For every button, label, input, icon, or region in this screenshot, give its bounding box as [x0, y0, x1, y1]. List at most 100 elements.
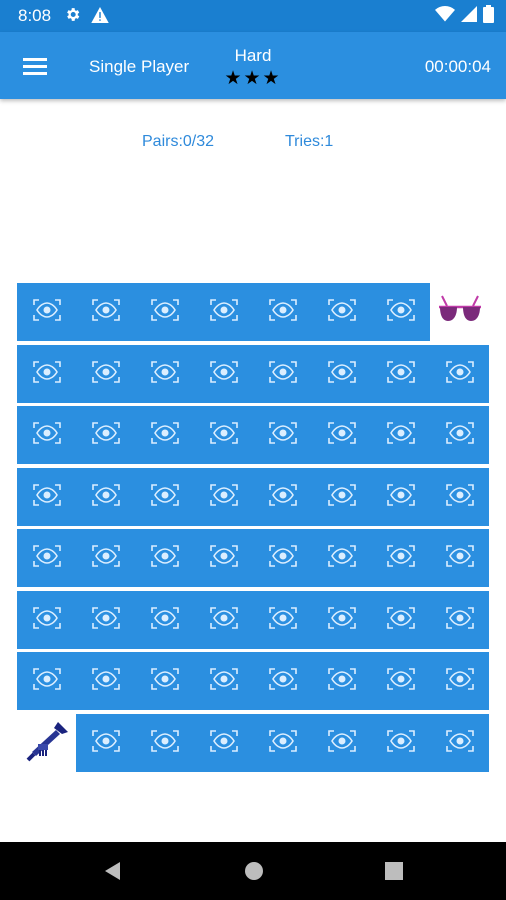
card-hidden[interactable]: [194, 591, 253, 649]
card-hidden[interactable]: [430, 529, 489, 587]
eye-icon: [268, 483, 298, 512]
card-hidden[interactable]: [76, 714, 135, 772]
card-hidden[interactable]: [371, 283, 430, 341]
card-hidden[interactable]: [135, 468, 194, 526]
eye-icon: [445, 544, 475, 573]
card-hidden[interactable]: [17, 345, 76, 403]
card-hidden[interactable]: [194, 345, 253, 403]
card-row: [17, 714, 489, 772]
eye-icon: [32, 298, 62, 327]
eye-icon: [150, 544, 180, 573]
card-hidden[interactable]: [17, 652, 76, 710]
card-hidden[interactable]: [76, 345, 135, 403]
card-hidden[interactable]: [135, 406, 194, 464]
card-hidden[interactable]: [135, 714, 194, 772]
card-hidden[interactable]: [76, 468, 135, 526]
card-hidden[interactable]: [430, 468, 489, 526]
card-hidden[interactable]: [430, 345, 489, 403]
eye-icon: [91, 729, 121, 758]
eye-icon: [91, 606, 121, 635]
card-hidden[interactable]: [194, 468, 253, 526]
card-hidden[interactable]: [430, 591, 489, 649]
eye-icon: [32, 667, 62, 696]
back-icon[interactable]: [101, 859, 125, 883]
eye-icon: [32, 360, 62, 389]
card-hidden[interactable]: [312, 652, 371, 710]
card-hidden[interactable]: [76, 406, 135, 464]
card-hidden[interactable]: [76, 591, 135, 649]
eye-icon: [268, 667, 298, 696]
card-hidden[interactable]: [253, 345, 312, 403]
card-hidden[interactable]: [253, 529, 312, 587]
card-hidden[interactable]: [371, 345, 430, 403]
card-hidden[interactable]: [371, 652, 430, 710]
card-hidden[interactable]: [312, 591, 371, 649]
card-hidden[interactable]: [253, 714, 312, 772]
eye-icon: [150, 421, 180, 450]
card-hidden[interactable]: [194, 283, 253, 341]
card-hidden[interactable]: [17, 591, 76, 649]
card-hidden[interactable]: [135, 591, 194, 649]
card-hidden[interactable]: [312, 345, 371, 403]
card-hidden[interactable]: [371, 591, 430, 649]
card-hidden[interactable]: [312, 529, 371, 587]
eye-icon: [386, 360, 416, 389]
recents-icon[interactable]: [382, 859, 406, 883]
card-hidden[interactable]: [371, 406, 430, 464]
eye-icon: [386, 729, 416, 758]
card-hidden[interactable]: [194, 529, 253, 587]
eye-icon: [386, 667, 416, 696]
card-hidden[interactable]: [253, 591, 312, 649]
card-hidden[interactable]: [253, 652, 312, 710]
card-hidden[interactable]: [312, 468, 371, 526]
card-hidden[interactable]: [253, 283, 312, 341]
card-hidden[interactable]: [430, 714, 489, 772]
eye-icon: [91, 360, 121, 389]
eye-icon: [445, 667, 475, 696]
card-hidden[interactable]: [135, 345, 194, 403]
card-hidden[interactable]: [194, 406, 253, 464]
card-hidden[interactable]: [312, 406, 371, 464]
card-hidden[interactable]: [17, 529, 76, 587]
card-hidden[interactable]: [371, 529, 430, 587]
card-hidden[interactable]: [371, 714, 430, 772]
card-hidden[interactable]: [17, 406, 76, 464]
eye-icon: [209, 421, 239, 450]
card-hidden[interactable]: [194, 714, 253, 772]
card-hidden[interactable]: [76, 283, 135, 341]
card-hidden[interactable]: [135, 652, 194, 710]
eye-icon: [386, 483, 416, 512]
card-hidden[interactable]: [135, 529, 194, 587]
card-hidden[interactable]: [253, 468, 312, 526]
card-row: [17, 652, 489, 710]
eye-icon: [327, 421, 357, 450]
eye-icon: [327, 360, 357, 389]
eye-icon: [327, 667, 357, 696]
card-row: [17, 283, 489, 341]
battery-icon: [483, 5, 494, 23]
card-hidden[interactable]: [17, 283, 76, 341]
card-hidden[interactable]: [76, 652, 135, 710]
eye-icon: [268, 360, 298, 389]
eye-icon: [150, 606, 180, 635]
card-hidden[interactable]: [253, 406, 312, 464]
card-hidden[interactable]: [194, 652, 253, 710]
card-hidden[interactable]: [371, 468, 430, 526]
card-hidden[interactable]: [17, 468, 76, 526]
eye-icon: [327, 298, 357, 327]
eye-icon: [327, 483, 357, 512]
eye-icon: [209, 606, 239, 635]
eye-icon: [445, 483, 475, 512]
eye-icon: [150, 483, 180, 512]
eye-icon: [209, 483, 239, 512]
card-hidden[interactable]: [430, 406, 489, 464]
card-row: [17, 591, 489, 649]
card-hidden[interactable]: [430, 652, 489, 710]
card-hidden[interactable]: [76, 529, 135, 587]
home-icon[interactable]: [242, 859, 266, 883]
eye-icon: [209, 298, 239, 327]
card-hidden[interactable]: [312, 714, 371, 772]
card-hidden[interactable]: [312, 283, 371, 341]
eye-icon: [209, 729, 239, 758]
card-hidden[interactable]: [135, 283, 194, 341]
